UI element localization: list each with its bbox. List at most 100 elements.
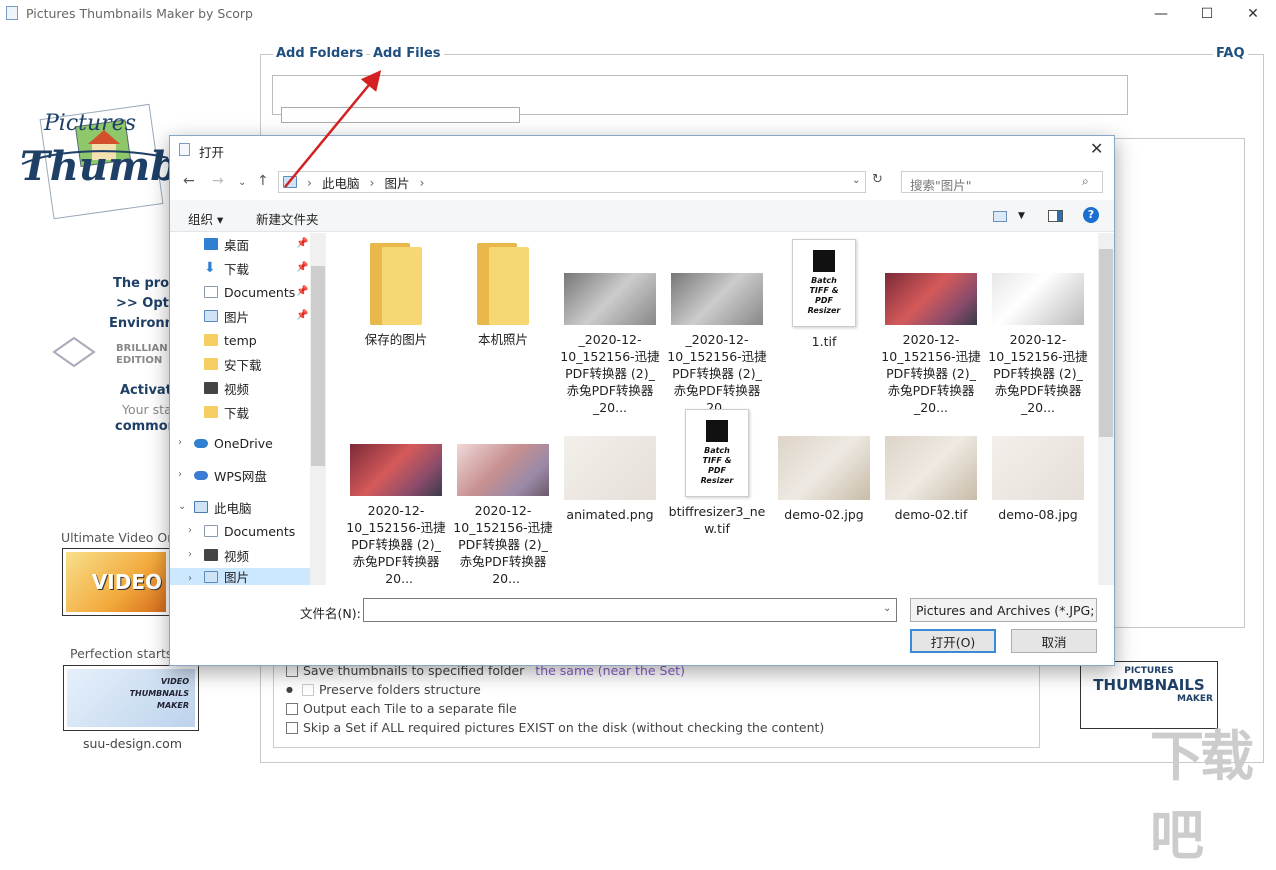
- file-name: 2020-12-10_152156-迅捷PDF转换器 (2)_赤兔PDF转换器_…: [453, 503, 553, 585]
- checkbox[interactable]: [301, 683, 314, 696]
- search-icon: ⌕: [1082, 174, 1089, 188]
- checkbox[interactable]: [286, 702, 298, 715]
- close-button[interactable]: ✕: [1230, 0, 1276, 28]
- collapse-chevron-icon[interactable]: ⌄: [178, 501, 186, 512]
- site-link[interactable]: suu-design.com: [83, 736, 182, 751]
- file-item[interactable]: demo-02.tif: [881, 436, 981, 523]
- maximize-button[interactable]: ☐: [1184, 0, 1230, 28]
- nav-item-pc-videos[interactable]: 视频: [204, 544, 249, 566]
- navigation-pane: 桌面 📌 ⬇ 下载 📌 Documents 📌 图片 📌 temp 安下载 视频 …: [170, 233, 326, 585]
- nav-item-label: WPS网盘: [214, 468, 267, 484]
- nav-item-videos[interactable]: 视频: [204, 377, 249, 399]
- recent-chevron-icon[interactable]: ⌄: [238, 177, 246, 188]
- file-item[interactable]: demo-08.jpg: [988, 436, 1088, 523]
- file-item[interactable]: _2020-12-10_152156-迅捷PDF转换器 (2)_赤兔PDF转换器…: [667, 273, 767, 416]
- option-preserve-structure[interactable]: ● Preserve folders structure: [286, 682, 481, 697]
- activation-heading: Activati: [120, 383, 177, 398]
- nav-item-anxiazai[interactable]: 安下载: [204, 353, 262, 375]
- file-item[interactable]: 2020-12-10_152156-迅捷PDF转换器 (2)_赤兔PDF转换器_…: [453, 444, 553, 585]
- file-item[interactable]: Batch TIFF & PDF Resizer btiffresizer3_n…: [667, 409, 767, 537]
- search-input[interactable]: 搜索"图片": [901, 171, 1103, 193]
- nav-item-pictures[interactable]: 图片: [204, 305, 249, 327]
- forward-arrow-icon[interactable]: →: [212, 173, 224, 189]
- filename-dropdown-icon[interactable]: ⌄: [883, 603, 891, 614]
- help-icon[interactable]: ?: [1083, 207, 1099, 223]
- back-arrow-icon[interactable]: ←: [183, 173, 195, 189]
- right-promo-line3: MAKER: [1177, 694, 1213, 704]
- tif-document-thumbnail: Batch TIFF & PDF Resizer: [685, 409, 749, 497]
- address-dropdown-icon[interactable]: ⌄: [852, 175, 860, 186]
- image-thumbnail: [564, 436, 656, 500]
- file-item[interactable]: 2020-12-10_152156-迅捷PDF转换器 (2)_赤兔PDF转换器_…: [988, 273, 1088, 416]
- breadcrumb-separator: ›: [369, 174, 375, 190]
- nav-item-this-pc[interactable]: 此电脑: [194, 496, 252, 518]
- doc-text: Batch: [811, 276, 837, 285]
- dialog-close-button[interactable]: ✕: [1090, 139, 1103, 158]
- breadcrumb-this-pc[interactable]: 此电脑: [322, 173, 360, 192]
- view-mode-icon[interactable]: [993, 211, 1007, 222]
- file-name: demo-02.jpg: [784, 507, 864, 522]
- nav-item-downloads[interactable]: ⬇ 下载: [204, 257, 249, 279]
- preview-pane-icon[interactable]: [1048, 210, 1063, 222]
- doc-text: Batch: [704, 446, 730, 455]
- file-item[interactable]: animated.png: [560, 436, 660, 523]
- breadcrumb-separator: ›: [307, 174, 312, 190]
- open-button[interactable]: 打开(O): [910, 629, 996, 653]
- filename-input[interactable]: [363, 598, 897, 622]
- refresh-icon[interactable]: ↻: [872, 172, 883, 187]
- file-grid-scrollbar-thumb[interactable]: [1099, 249, 1113, 437]
- organize-button[interactable]: 组织 ▾: [188, 209, 223, 228]
- file-item[interactable]: 2020-12-10_152156-迅捷PDF转换器 (2)_赤兔PDF转换器_…: [346, 444, 446, 585]
- dialog-toolbar: 组织 ▾ 新建文件夹 ▼ ?: [170, 200, 1114, 232]
- view-dropdown-icon[interactable]: ▼: [1018, 211, 1025, 221]
- nav-item-wps[interactable]: WPS网盘: [194, 464, 267, 486]
- video-thumbnails-maker-promo[interactable]: VIDEO THUMBNAILS MAKER: [63, 665, 199, 731]
- image-thumbnail: [992, 273, 1084, 325]
- filetype-select[interactable]: Pictures and Archives (*.JPG;: [910, 598, 1097, 622]
- file-item[interactable]: demo-02.jpg: [774, 436, 874, 523]
- checkbox[interactable]: [286, 664, 298, 677]
- up-arrow-icon[interactable]: ↑: [257, 173, 269, 189]
- breadcrumb-pictures[interactable]: 图片: [385, 173, 410, 192]
- nav-item-label: 视频: [224, 548, 250, 564]
- video-organizer-promo[interactable]: VIDEO: [62, 548, 170, 616]
- expand-chevron-icon[interactable]: ›: [178, 437, 182, 448]
- option-output-each-tile[interactable]: Output each Tile to a separate file: [286, 701, 517, 716]
- option-label: Preserve folders structure: [318, 682, 481, 697]
- promo-text-line2[interactable]: >> Opti: [116, 296, 173, 311]
- nav-item-pc-pictures[interactable]: 图片: [204, 568, 249, 585]
- option-skip-set[interactable]: Skip a Set if ALL required pictures EXIS…: [286, 720, 824, 735]
- checkbox[interactable]: [286, 721, 298, 734]
- minimize-button[interactable]: —: [1138, 0, 1184, 28]
- nav-item-desktop[interactable]: 桌面: [204, 233, 249, 255]
- add-files-link[interactable]: Add Files: [370, 46, 444, 61]
- file-item[interactable]: Batch TIFF & PDF Resizer 1.tif: [774, 239, 874, 350]
- file-item[interactable]: 本机照片: [453, 243, 553, 348]
- dialog-title: 打开: [199, 145, 225, 160]
- pictures-icon: [204, 310, 218, 322]
- file-item[interactable]: 2020-12-10_152156-迅捷PDF转换器 (2)_赤兔PDF转换器_…: [881, 273, 981, 416]
- nav-item-temp[interactable]: temp: [204, 329, 257, 351]
- address-bar[interactable]: › 此电脑 › 图片 ›: [278, 171, 866, 193]
- add-folders-link[interactable]: Add Folders: [273, 46, 367, 61]
- expand-chevron-icon[interactable]: ›: [178, 469, 182, 480]
- pictures-thumbnails-logo: Pictures Thumbn: [18, 98, 207, 228]
- expand-chevron-icon[interactable]: ›: [188, 573, 192, 584]
- folder-icon: [204, 358, 218, 370]
- expand-chevron-icon[interactable]: ›: [188, 549, 192, 560]
- file-grid: 保存的图片 本机照片 _2020-12-10_152156-迅捷PDF转换器 (…: [330, 233, 1098, 585]
- faq-link[interactable]: FAQ: [1213, 46, 1248, 61]
- expand-chevron-icon[interactable]: ›: [188, 525, 192, 536]
- cancel-button[interactable]: 取消: [1011, 629, 1097, 653]
- file-name: btiffresizer3_new.tif: [668, 504, 766, 536]
- nav-scrollbar-thumb[interactable]: [311, 266, 325, 466]
- brilliant-badge-line2: EDITION: [116, 355, 163, 366]
- file-item[interactable]: _2020-12-10_152156-迅捷PDF转换器 (2)_赤兔PDF转换器…: [560, 273, 660, 416]
- file-item[interactable]: 保存的图片: [346, 243, 446, 348]
- nav-item-onedrive[interactable]: OneDrive: [194, 432, 273, 454]
- nav-item-label: 视频: [224, 381, 250, 397]
- nav-item-pc-documents[interactable]: Documents: [204, 520, 295, 542]
- nav-item-documents[interactable]: Documents: [204, 281, 295, 303]
- nav-item-download-folder[interactable]: 下载: [204, 401, 249, 423]
- new-folder-button[interactable]: 新建文件夹: [256, 209, 319, 228]
